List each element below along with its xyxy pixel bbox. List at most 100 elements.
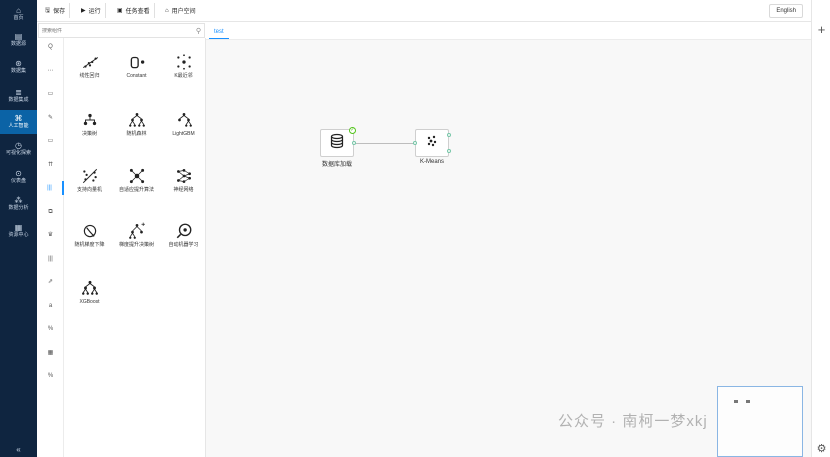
tab-test[interactable]: test <box>209 25 229 39</box>
nav-icon: ◷ <box>15 141 22 150</box>
input-port[interactable] <box>413 141 417 145</box>
nav-item-7[interactable]: ⁂ 数据分析 <box>0 192 37 216</box>
constant-icon <box>113 52 160 72</box>
language-button[interactable]: English <box>769 4 803 18</box>
automl-icon <box>160 221 207 241</box>
category-icon-5[interactable]: ⇈ <box>37 158 64 172</box>
category-icon-11[interactable]: a <box>37 299 64 313</box>
category-icon-8[interactable]: ♛ <box>37 228 64 242</box>
nav-item-4[interactable]: ⌘ 人工智能 <box>0 110 37 134</box>
component-svm[interactable]: 支持向量机 <box>66 166 113 194</box>
search-input[interactable] <box>39 27 196 34</box>
component-lightgbm[interactable]: LightGBM <box>160 110 207 138</box>
kmeans-icon <box>425 134 439 153</box>
nav-label: 数据分析 <box>8 205 29 211</box>
run-label: 运行 <box>88 9 101 15</box>
category-icon-10[interactable]: ⇗ <box>37 275 64 289</box>
component-label: 决策树 <box>81 131 97 137</box>
component-random-forest[interactable]: 随机森林 <box>113 110 160 138</box>
run-button[interactable]: ▶ 运行 <box>77 3 106 18</box>
node-label-kmeans: K-Means <box>419 159 444 165</box>
component-neural-network[interactable]: 神经网络 <box>160 166 207 194</box>
save-icon: 🖫 <box>45 7 51 14</box>
nav-icon: ⊛ <box>15 59 22 68</box>
output-port-bottom[interactable] <box>447 149 451 153</box>
component-label: 支持向量机 <box>76 187 102 193</box>
nav-icon: ⌂ <box>16 6 21 15</box>
gear-icon[interactable]: ⚙ <box>812 442 830 455</box>
nav-icon: ⊙ <box>15 169 22 178</box>
category-icon-9[interactable]: ||| <box>37 252 64 266</box>
output-port[interactable] <box>352 141 356 145</box>
random-forest-icon <box>113 110 160 130</box>
gbdt-icon <box>113 221 160 241</box>
component-label: 神经网络 <box>173 187 194 193</box>
home-icon: ⌂ <box>165 7 169 14</box>
right-panel-strip: + ⚙ <box>811 0 830 457</box>
component-linear-regression[interactable]: 线性回归 <box>66 52 113 80</box>
collapse-icon[interactable]: « <box>0 443 37 457</box>
svm-icon <box>66 166 113 186</box>
component-constant[interactable]: Constant <box>113 52 160 80</box>
search-icon[interactable]: ⚲ <box>196 27 204 35</box>
category-icon-12[interactable]: % <box>37 322 64 336</box>
canvas-tabs: test <box>206 23 811 40</box>
component-palette: 线性回归 Constant K最近邻决策树 随机森林 LightGBM 支持向量机 自适应提… <box>65 38 206 457</box>
task-view-button[interactable]: ▣ 任务查看 <box>113 3 155 18</box>
nav-label: 可视化探索 <box>5 150 31 156</box>
category-icon-0[interactable]: Q <box>37 40 64 54</box>
component-label: 梯度提升决策树 <box>118 242 154 248</box>
save-button[interactable]: 🖫 保存 <box>41 3 71 18</box>
nav-label: 数据源 <box>10 41 26 47</box>
minimap[interactable] <box>717 386 803 457</box>
component-gbdt[interactable]: 梯度提升决策树 <box>113 221 160 249</box>
nav-item-5[interactable]: ◷ 可视化探索 <box>0 137 37 161</box>
category-icon-13[interactable]: ▦ <box>37 346 64 360</box>
component-label: 随机森林 <box>126 131 147 137</box>
sgd-icon <box>66 221 113 241</box>
plus-icon[interactable]: + <box>812 22 830 37</box>
output-port-top[interactable] <box>447 133 451 137</box>
category-icon-7[interactable]: ⧉ <box>37 205 64 219</box>
category-icon-14[interactable]: % <box>37 369 64 383</box>
nav-item-1[interactable]: ▤ 数据源 <box>0 28 37 52</box>
node-kmeans[interactable] <box>413 129 451 157</box>
nav-label: 人工智能 <box>8 123 29 129</box>
nav-item-8[interactable]: ▦ 资源中心 <box>0 219 37 243</box>
node-database-load[interactable]: ✓ <box>320 127 356 157</box>
knn-icon <box>160 52 207 72</box>
category-icon-4[interactable]: ▭ <box>37 134 64 148</box>
category-icon-6[interactable]: ||| <box>37 181 64 195</box>
component-label: 自适应提升算法 <box>118 187 154 193</box>
component-decision-tree[interactable]: 决策树 <box>66 110 113 138</box>
nav-label: 数据集成 <box>8 97 29 103</box>
component-knn[interactable]: K最近邻 <box>160 52 207 80</box>
nav-label: 资源中心 <box>8 232 29 238</box>
connection-edge[interactable] <box>355 143 415 144</box>
adaboost-icon <box>113 166 160 186</box>
nav-item-0[interactable]: ⌂ 首页 <box>0 2 37 26</box>
component-xgboost[interactable]: XGBoost <box>66 278 113 306</box>
component-adaboost[interactable]: 自适应提升算法 <box>113 166 160 194</box>
nav-item-2[interactable]: ⊛ 数据集 <box>0 55 37 79</box>
user-space-label: 用户空间 <box>171 9 196 15</box>
component-label: XGBoost <box>79 299 100 305</box>
linear-regression-icon <box>66 52 113 72</box>
category-icon-3[interactable]: ✎ <box>37 111 64 125</box>
user-space-button[interactable]: ⌂ 用户空间 <box>161 3 200 18</box>
nav-label: 仪表盘 <box>10 178 26 184</box>
minimap-node <box>746 400 750 403</box>
nav-item-3[interactable]: ≣ 数据集成 <box>0 84 37 108</box>
watermark-text: 公众号 · 南柯一梦xkj <box>558 413 708 430</box>
component-label: K最近邻 <box>174 73 193 79</box>
component-sgd[interactable]: 随机梯度下降 <box>66 221 113 249</box>
nav-icon: ▤ <box>14 32 23 41</box>
category-icon-1[interactable]: ⋯ <box>37 64 64 78</box>
component-automl[interactable]: 自动机器学习 <box>160 221 207 249</box>
workflow-canvas[interactable]: test ✓ 数据库加载 K-Means 公众号 · 南柯一梦xkj <box>206 23 811 457</box>
component-search: ⚲ <box>38 23 205 38</box>
nav-item-6[interactable]: ⊙ 仪表盘 <box>0 165 37 189</box>
nav-icon: ⁂ <box>14 196 23 205</box>
category-icon-2[interactable]: ▭ <box>37 87 64 101</box>
left-nav: ⌂ 首页 ▤ 数据源 ⊛ 数据集 ≣ 数据集成 ⌘ 人工智能 ◷ 可视化探索 ⊙ 仪表盘 ⁂ 数据分析 ▦ 资源中… <box>0 0 37 457</box>
